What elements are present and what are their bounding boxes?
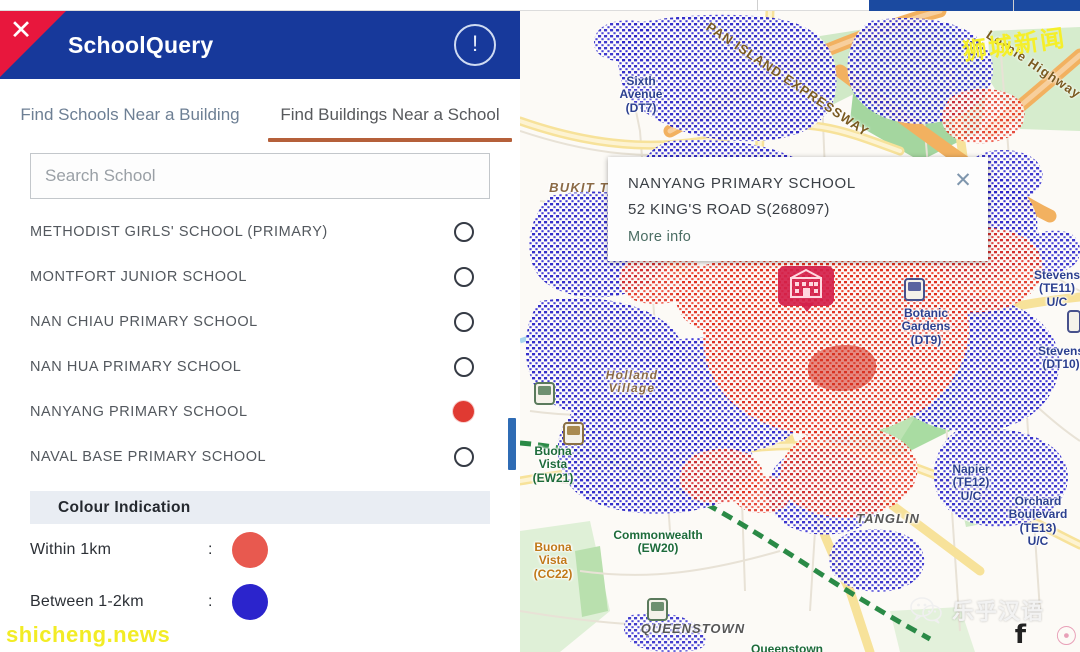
wechat-icon <box>910 596 944 624</box>
school-radio[interactable] <box>454 311 474 332</box>
school-name: NAN CHIAU PRIMARY SCHOOL <box>30 313 258 330</box>
list-item[interactable]: NAVAL BASE PRIMARY SCHOOL <box>30 434 490 479</box>
school-radio[interactable] <box>454 446 474 467</box>
list-item[interactable]: NAN CHIAU PRIMARY SCHOOL <box>30 299 490 344</box>
school-building-icon <box>790 268 822 298</box>
search-area <box>0 145 520 199</box>
list-item[interactable]: MONTFORT JUNIOR SCHOOL <box>30 254 490 299</box>
school-radio[interactable] <box>454 266 474 287</box>
school-name: NANYANG PRIMARY SCHOOL <box>30 403 248 420</box>
schoolquery-panel: ✕ SchoolQuery ! Find Schools Near a Buil… <box>0 11 520 652</box>
legend-swatch-blue <box>232 584 268 620</box>
tab-find-schools-near-building[interactable]: Find Schools Near a Building <box>0 79 260 145</box>
popup-school-address: 52 KING'S ROAD S(268097) <box>628 201 830 218</box>
school-name: METHODIST GIRLS' SCHOOL (PRIMARY) <box>30 223 328 240</box>
browser-tab-divider-1 <box>757 0 758 11</box>
browser-active-tab[interactable] <box>869 0 1080 11</box>
legend-label: Within 1km <box>30 541 112 558</box>
popup-more-info-link[interactable]: More info <box>628 229 968 245</box>
screenshot-root: PAN ISLAND EXPRESSWAY Lornie Highway Six… <box>0 0 1080 652</box>
facebook-icon: f <box>1014 620 1026 650</box>
search-input[interactable] <box>30 153 490 199</box>
legend-colon: : <box>208 541 213 558</box>
legend-colon: : <box>208 593 213 610</box>
panel-scrollbar-thumb[interactable] <box>508 418 516 470</box>
browser-tab-strip <box>0 0 1080 11</box>
school-list: METHODIST GIRLS' SCHOOL (PRIMARY) MONTFO… <box>0 209 520 479</box>
school-radio[interactable] <box>454 221 474 242</box>
popup-school-name: NANYANG PRIMARY SCHOOL <box>628 175 856 192</box>
tab-label: Find Buildings Near a School <box>280 104 500 124</box>
instagram-icon: ☉ <box>1054 622 1078 652</box>
app-header: ✕ SchoolQuery ! <box>0 11 520 79</box>
panel-scrollbar-track[interactable] <box>508 91 518 651</box>
legend-label: Between 1-2km <box>30 593 144 610</box>
app-title: SchoolQuery <box>68 31 214 58</box>
map-graphics <box>520 11 1080 652</box>
popup-close-icon[interactable]: ✕ <box>952 170 974 192</box>
list-item[interactable]: NAN HUA PRIMARY SCHOOL <box>30 344 490 389</box>
tab-bar: Find Schools Near a Building Find Buildi… <box>0 79 520 145</box>
info-icon[interactable]: ! <box>454 24 496 66</box>
school-marker-nanyang-primary[interactable] <box>778 266 834 312</box>
browser-tab-divider-2 <box>1013 0 1014 11</box>
school-name: NAVAL BASE PRIMARY SCHOOL <box>30 448 267 465</box>
tab-label: Find Schools Near a Building <box>20 104 240 124</box>
legend-row-within-1km: Within 1km : <box>30 524 490 576</box>
school-name: MONTFORT JUNIOR SCHOOL <box>30 268 247 285</box>
legend-row-between-1-2km: Between 1-2km : <box>30 576 490 628</box>
school-radio-selected[interactable] <box>453 401 474 422</box>
legend-swatch-red <box>232 532 268 568</box>
map-info-popup[interactable]: ✕ NANYANG PRIMARY SCHOOL 52 KING'S ROAD … <box>608 157 988 261</box>
school-name: NAN HUA PRIMARY SCHOOL <box>30 358 242 375</box>
tab-find-buildings-near-school[interactable]: Find Buildings Near a School <box>260 79 520 145</box>
map-canvas[interactable]: PAN ISLAND EXPRESSWAY Lornie Highway Six… <box>520 11 1080 652</box>
watermark-bottom-right-text: 乐乎汉语 <box>951 600 1044 625</box>
list-item[interactable]: METHODIST GIRLS' SCHOOL (PRIMARY) <box>30 209 490 254</box>
colour-indication-header: Colour Indication <box>30 491 490 524</box>
school-radio[interactable] <box>454 356 474 377</box>
list-item[interactable]: NANYANG PRIMARY SCHOOL <box>30 389 490 434</box>
close-icon[interactable]: ✕ <box>8 17 34 44</box>
watermark-bottom-left: shicheng.news <box>6 622 171 647</box>
